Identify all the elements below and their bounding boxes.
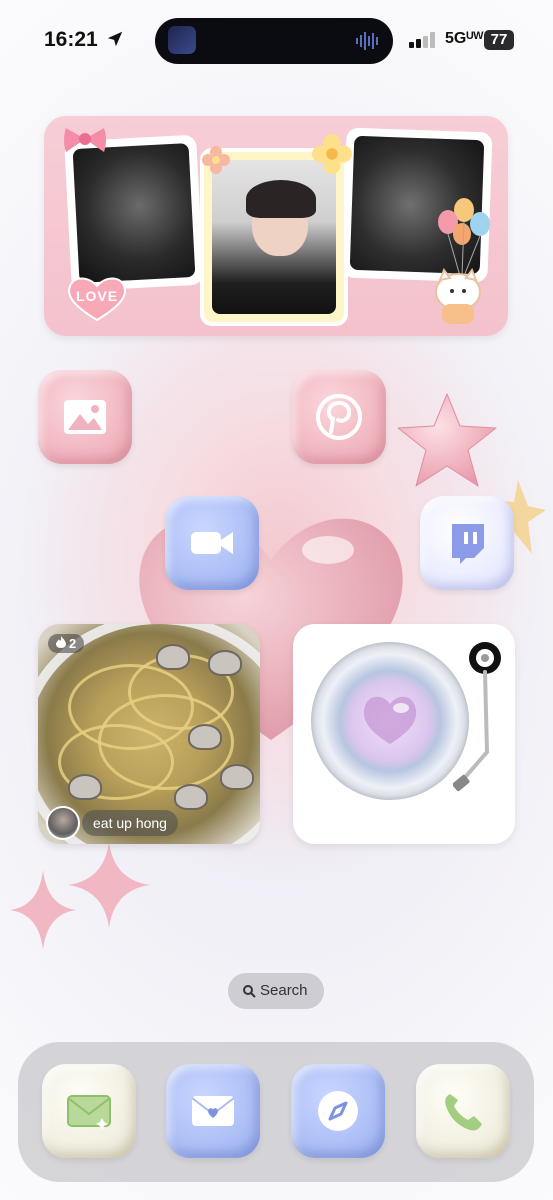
video-camera-icon (191, 532, 233, 554)
pinterest-app[interactable] (292, 370, 386, 464)
photo-collage-widget[interactable]: LOVE (44, 116, 508, 336)
photos-icon (64, 400, 106, 434)
pinterest-icon (316, 394, 362, 440)
mail-app[interactable] (166, 1064, 260, 1158)
now-playing-artwork[interactable] (168, 26, 196, 54)
music-record-widget[interactable] (293, 624, 515, 844)
bow-icon (64, 128, 106, 152)
avatar (46, 806, 80, 840)
photo-frame-left (64, 134, 204, 292)
sparkle-decoration-icon (10, 870, 76, 950)
audio-wave-icon (356, 32, 378, 50)
battery-level: 77 (484, 30, 514, 50)
tonearm-icon (453, 642, 501, 792)
photos-app[interactable] (38, 370, 132, 464)
flower-icon (312, 134, 352, 174)
phone-app[interactable] (416, 1064, 510, 1158)
safari-app[interactable] (291, 1064, 385, 1158)
food-photo-widget[interactable]: 2 eat up hong (38, 624, 260, 844)
location-arrow-icon (107, 31, 123, 47)
dock (18, 1042, 534, 1182)
cat-balloon-icon (435, 198, 490, 324)
messages-app[interactable] (42, 1064, 136, 1158)
safari-compass-icon (318, 1091, 358, 1131)
star-decoration-icon (397, 393, 497, 487)
phone-icon (445, 1094, 482, 1131)
flame-icon (56, 636, 66, 648)
twitch-app[interactable] (420, 496, 514, 590)
twitch-icon (452, 524, 484, 564)
photo-frame-center (200, 148, 348, 326)
heart-icon (363, 696, 417, 744)
search-label: Search (260, 982, 308, 999)
mail-icon (191, 1096, 235, 1126)
messages-icon (67, 1095, 111, 1130)
vinyl-record-icon (311, 642, 469, 800)
flower-icon (202, 146, 230, 174)
fire-count-badge: 2 (48, 634, 85, 653)
post-caption: eat up hong (82, 810, 178, 836)
facetime-app[interactable] (165, 496, 259, 590)
search-icon (243, 985, 256, 998)
network-type: 5Gᵁᵂ (445, 30, 484, 47)
love-sticker: LOVE (64, 274, 130, 322)
status-time: 16:21 (44, 28, 98, 51)
signal-bars-icon (409, 32, 435, 48)
sparkle-decoration-icon (68, 842, 150, 928)
search-button[interactable]: Search (228, 973, 324, 1009)
